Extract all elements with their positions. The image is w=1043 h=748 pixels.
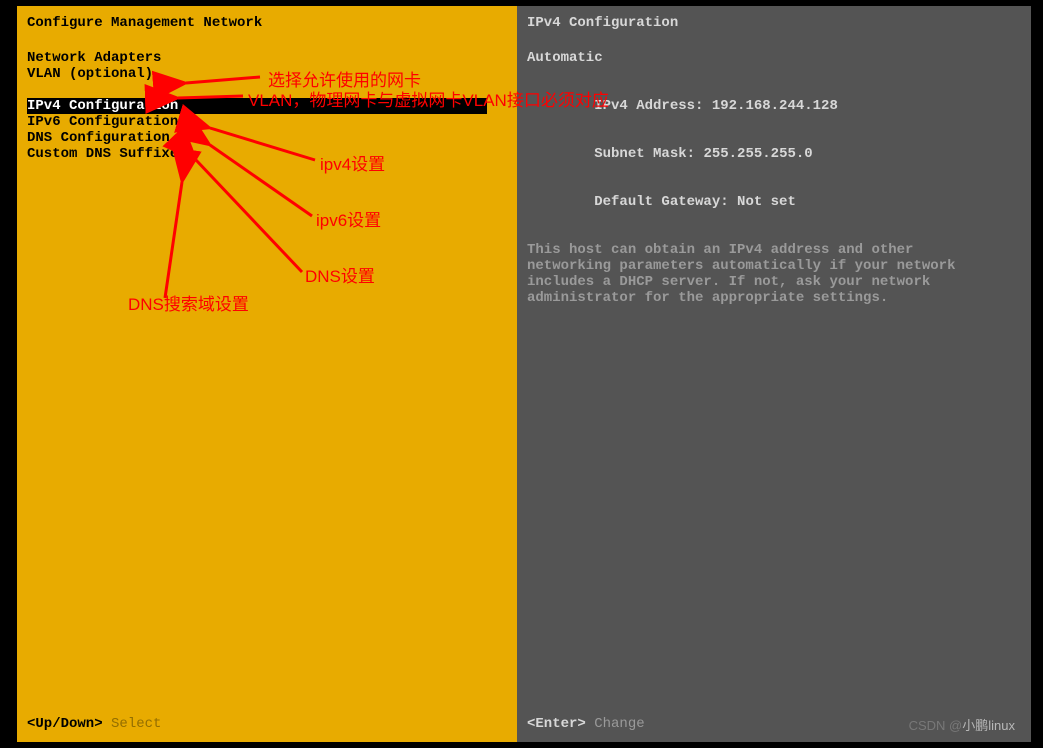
right-panel: IPv4 Configuration Automatic IPv4 Addres… <box>517 6 1031 742</box>
menu-vlan-optional[interactable]: VLAN (optional) <box>27 66 507 82</box>
detail-subnet-line: Subnet Mask: 255.255.255.0 <box>527 130 1021 178</box>
detail-ipv4-line: IPv4 Address: 192.168.244.128 <box>527 82 1021 130</box>
detail-subnet-label: Subnet Mask: <box>594 146 695 162</box>
menu-spacer <box>27 82 507 98</box>
help-text: This host can obtain an IPv4 address and… <box>527 242 997 306</box>
detail-mode: Automatic <box>527 50 1021 66</box>
menu-network-adapters[interactable]: Network Adapters <box>27 50 507 66</box>
right-footer-key: <Enter> <box>527 716 586 732</box>
left-menu: Network Adapters VLAN (optional) IPv4 Co… <box>17 50 517 710</box>
detail-subnet-mask: 255.255.255.0 <box>703 146 812 162</box>
right-panel-title: IPv4 Configuration <box>517 6 1031 50</box>
menu-dns-configuration[interactable]: DNS Configuration <box>27 130 507 146</box>
watermark-name: 小鹏linux <box>962 718 1015 733</box>
detail-gateway-value: Not set <box>737 194 796 210</box>
detail-gateway-label: Default Gateway: <box>594 194 728 210</box>
help-spacer <box>527 226 1021 242</box>
left-footer-key: <Up/Down> <box>27 716 103 732</box>
detail-gateway-line: Default Gateway: Not set <box>527 178 1021 226</box>
detail-ipv4-label: IPv4 Address: <box>594 98 703 114</box>
left-panel: Configure Management Network Network Ada… <box>17 6 517 742</box>
left-footer-hint: Select <box>111 716 161 732</box>
right-footer-hint: Change <box>594 716 644 732</box>
menu-custom-dns-suffixes[interactable]: Custom DNS Suffixes <box>27 146 507 162</box>
watermark: CSDN @小鹏linux <box>909 715 1015 734</box>
right-details: Automatic IPv4 Address: 192.168.244.128 … <box>517 50 1031 710</box>
detail-ipv4-address: 192.168.244.128 <box>712 98 838 114</box>
watermark-at: @ <box>949 718 962 733</box>
main-container: Configure Management Network Network Ada… <box>17 6 1031 742</box>
left-footer: <Up/Down> Select <box>17 710 517 742</box>
left-panel-title: Configure Management Network <box>17 6 517 50</box>
menu-ipv4-configuration[interactable]: IPv4 Configuration <box>27 98 487 114</box>
detail-spacer <box>527 66 1021 82</box>
menu-ipv6-configuration[interactable]: IPv6 Configuration <box>27 114 507 130</box>
watermark-prefix: CSDN <box>909 718 949 733</box>
